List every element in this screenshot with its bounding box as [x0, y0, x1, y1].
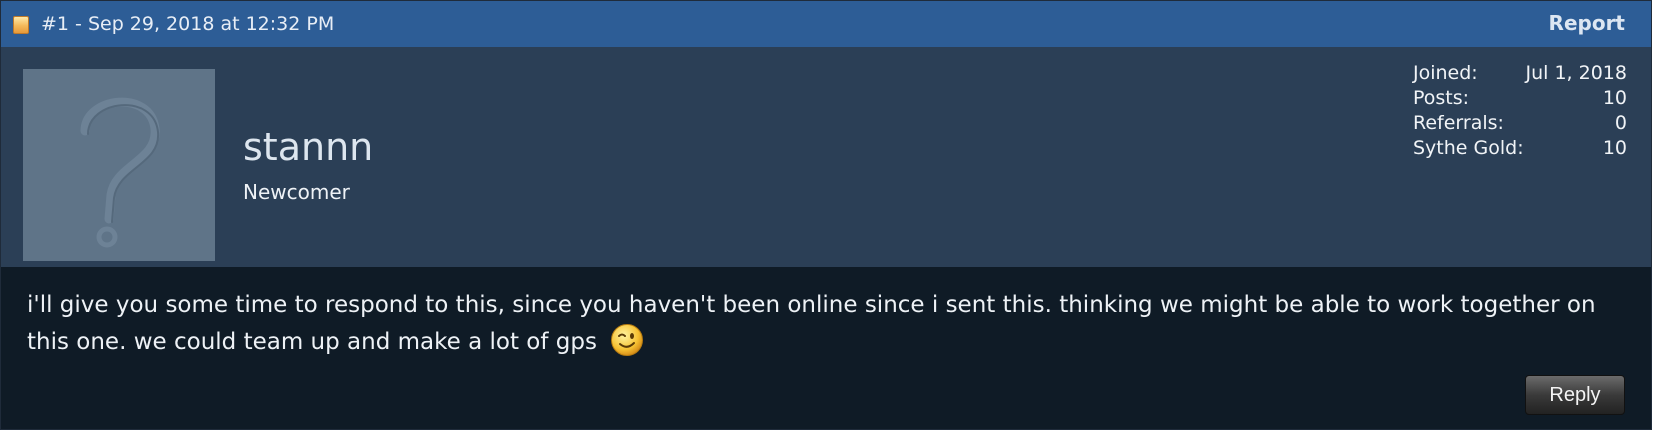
- default-avatar[interactable]: [23, 69, 215, 261]
- stat-label: Joined:: [1413, 62, 1478, 84]
- stat-label: Posts:: [1413, 87, 1470, 109]
- post-user-info: stannn Newcomer Joined: Jul 1, 2018 Post…: [1, 47, 1651, 267]
- stat-value: Jul 1, 2018: [1525, 62, 1628, 84]
- stat-value: 0: [1614, 112, 1627, 134]
- post-status-icon: [13, 16, 29, 34]
- stat-posts: Posts: 10: [1413, 86, 1627, 111]
- stat-value: 10: [1602, 137, 1627, 159]
- stat-referrals: Referrals: 0: [1413, 111, 1627, 136]
- post-number-and-date[interactable]: #1 - Sep 29, 2018 at 12:32 PM: [41, 12, 334, 36]
- post-message: i'll give you some time to respond to th…: [27, 287, 1617, 361]
- user-title: Newcomer: [243, 180, 350, 204]
- stat-value: 10: [1602, 87, 1627, 109]
- stat-sythe-gold: Sythe Gold: 10: [1413, 136, 1627, 161]
- username[interactable]: stannn: [243, 125, 373, 169]
- stat-joined: Joined: Jul 1, 2018: [1413, 61, 1627, 86]
- stat-label: Referrals:: [1413, 112, 1504, 134]
- post-header: #1 - Sep 29, 2018 at 12:32 PM Report: [1, 1, 1651, 48]
- report-link[interactable]: Report: [1549, 11, 1625, 35]
- user-stats: Joined: Jul 1, 2018 Posts: 10 Referrals:…: [1413, 61, 1627, 161]
- stat-label: Sythe Gold:: [1413, 137, 1524, 159]
- post-message-text: i'll give you some time to respond to th…: [27, 292, 1596, 355]
- question-mark-avatar-icon: [23, 69, 215, 261]
- forum-post: #1 - Sep 29, 2018 at 12:32 PM Report sta…: [0, 0, 1652, 430]
- reply-button[interactable]: Reply: [1525, 375, 1625, 415]
- wink-smiley-icon: [611, 323, 644, 356]
